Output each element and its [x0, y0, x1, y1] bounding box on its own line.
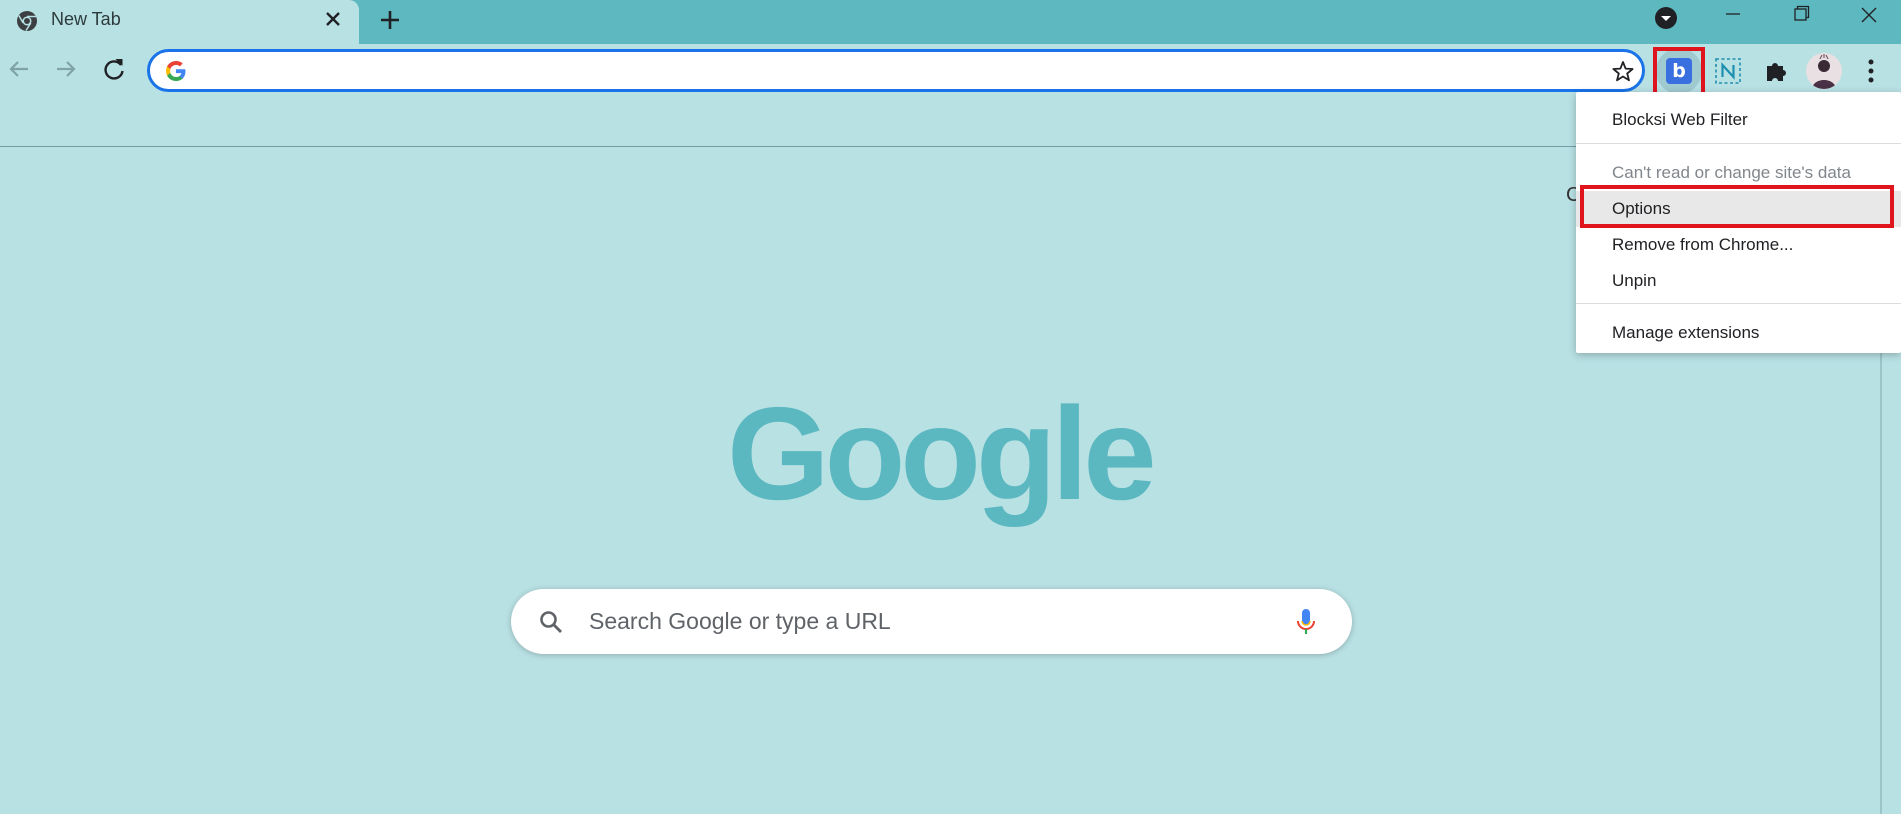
- back-arrow-icon[interactable]: [4, 54, 34, 84]
- menu-separator: [1576, 143, 1901, 144]
- minimize-icon[interactable]: [1719, 3, 1747, 25]
- avatar-image: [1806, 53, 1842, 89]
- profile-avatar[interactable]: [1806, 53, 1842, 89]
- plus-icon[interactable]: [375, 5, 405, 35]
- extensions-button[interactable]: [1753, 48, 1799, 94]
- menu-item-extension-name[interactable]: Blocksi Web Filter: [1576, 102, 1901, 138]
- menu-separator: [1576, 303, 1901, 304]
- kebab-menu-icon[interactable]: [1860, 56, 1882, 86]
- notion-clipper-icon: [1715, 58, 1741, 84]
- forward-arrow-icon[interactable]: [51, 54, 81, 84]
- tab-title: New Tab: [51, 9, 121, 29]
- search-icon: [540, 611, 562, 633]
- search-placeholder: Search Google or type a URL: [589, 608, 891, 634]
- window-close-icon[interactable]: [1855, 3, 1883, 27]
- star-icon[interactable]: [1610, 59, 1636, 85]
- search-box[interactable]: Search Google or type a URL: [511, 589, 1352, 654]
- notion-extension-button[interactable]: [1705, 48, 1751, 94]
- google-g-icon: [166, 61, 186, 81]
- tab-search-icon[interactable]: [1654, 6, 1678, 30]
- menu-item-remove-from-chrome[interactable]: Remove from Chrome...: [1576, 227, 1901, 263]
- toolbar: b: [0, 44, 1901, 98]
- microphone-icon[interactable]: [1295, 606, 1317, 638]
- google-logo: Google: [727, 380, 1157, 527]
- menu-item-manage-extensions[interactable]: Manage extensions: [1576, 315, 1901, 351]
- restore-icon[interactable]: [1787, 3, 1815, 25]
- close-icon[interactable]: [320, 6, 346, 32]
- scrollbar-line: [1880, 350, 1882, 814]
- puzzle-icon: [1767, 63, 1786, 81]
- address-bar[interactable]: [147, 49, 1645, 92]
- chrome-icon: [17, 11, 37, 31]
- extension-highlight-box: [1653, 47, 1705, 97]
- tab-new-tab[interactable]: New Tab: [0, 0, 359, 44]
- menu-item-unpin[interactable]: Unpin: [1576, 263, 1901, 299]
- tab-strip: New Tab: [0, 0, 1901, 44]
- reload-icon[interactable]: [99, 54, 129, 84]
- options-highlight-box: [1580, 185, 1894, 228]
- address-input[interactable]: [200, 58, 1540, 84]
